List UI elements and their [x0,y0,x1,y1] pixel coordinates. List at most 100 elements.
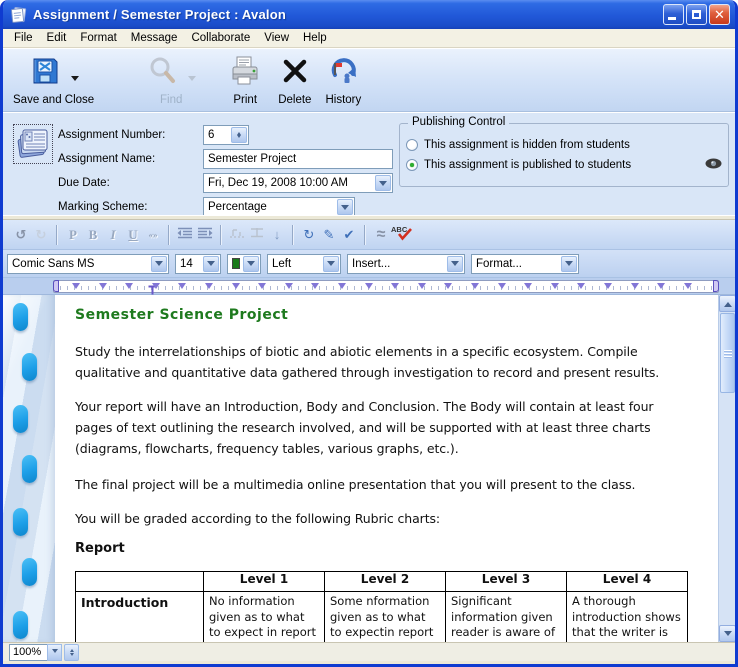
tab-stop-marker[interactable] [258,283,266,289]
close-button[interactable]: ✕ [709,4,730,25]
redo-icon[interactable]: ↻ [31,226,51,244]
rubric-body-row: IntroductionNo information given as to w… [76,592,688,643]
tab-stop-marker[interactable] [285,283,293,289]
move-down-icon[interactable]: ↓ [267,226,287,244]
tab-stops-icon[interactable] [227,226,247,244]
menu-format[interactable]: Format [73,30,123,46]
save-and-close-dropdown-arrow[interactable] [71,76,79,85]
outdent-icon[interactable] [175,226,195,244]
alignment-dropdown-arrow[interactable] [323,256,339,272]
document-content[interactable]: Semester Science Project Study the inter… [55,295,718,642]
assignment-number-spin-buttons[interactable] [231,127,247,143]
tab-stop-marker[interactable] [311,283,319,289]
find-button[interactable]: Find [146,53,196,106]
menu-help[interactable]: Help [296,30,334,46]
find-dropdown-arrow[interactable] [188,76,196,85]
tab-stop-marker[interactable] [338,283,346,289]
plain-style-icon[interactable]: P [63,226,83,244]
marking-scheme-dropdown[interactable]: Percentage [203,197,355,217]
right-margin-marker[interactable] [713,280,719,292]
menu-file[interactable]: File [7,30,40,46]
published-to-students-radio[interactable] [406,159,418,171]
marking-scheme-value: Percentage [208,201,267,213]
italic-icon[interactable]: I [103,226,123,244]
menu-view[interactable]: View [257,30,296,46]
alignment-dropdown[interactable]: Left [267,254,341,274]
zoom-dropdown-arrow[interactable] [47,644,62,661]
assignment-name-input[interactable]: Semester Project [203,149,393,169]
tab-stop-marker[interactable] [418,283,426,289]
tab-stop-marker[interactable] [365,283,373,289]
font-size-dropdown-arrow[interactable] [203,256,219,272]
minimize-button[interactable] [663,4,684,25]
insert-dropdown-arrow[interactable] [447,256,463,272]
insert-dropdown[interactable]: Insert... [347,254,465,274]
scroll-down-button[interactable] [719,625,735,642]
format-dropdown[interactable]: Format... [471,254,579,274]
tab-stop-marker[interactable] [524,283,532,289]
zoom-control[interactable]: 100% [9,644,79,661]
due-date-dropdown[interactable]: Fri, Dec 19, 2008 10:00 AM [203,173,393,193]
hidden-from-students-radio[interactable] [406,139,418,151]
indent-icon[interactable] [195,226,215,244]
left-margin-marker[interactable] [53,280,59,292]
tab-stop-marker[interactable] [178,283,186,289]
font-size-dropdown[interactable]: 14 [175,254,221,274]
alignment-value: Left [272,258,291,270]
format-value: Format... [476,258,522,270]
published-to-students-radio-label: This assignment is published to students [424,159,631,171]
tab-stop-marker[interactable] [99,283,107,289]
bold-icon[interactable]: B [83,226,103,244]
document-editor[interactable]: Semester Science Project Study the inter… [3,295,735,642]
tab-stop-marker[interactable] [125,283,133,289]
revert-format-icon[interactable]: ↻ [299,226,319,244]
font-family-dropdown-arrow[interactable] [151,256,167,272]
tab-stop-marker[interactable] [577,283,585,289]
tab-stop-marker[interactable] [551,283,559,289]
draw-pencil-icon[interactable]: ✎ [319,226,339,244]
tab-stop-marker[interactable] [604,283,612,289]
tab-stop-marker[interactable] [72,283,80,289]
maximize-button[interactable] [686,4,707,25]
marking-scheme-label: Marking Scheme: [58,201,203,213]
menu-collaborate[interactable]: Collaborate [184,30,257,46]
underline-icon[interactable]: U [123,226,143,244]
history-button[interactable]: History [325,53,361,106]
paragraph-baseline-icon[interactable] [247,226,267,244]
vertical-scrollbar[interactable] [718,295,735,642]
tab-stop-marker[interactable] [471,283,479,289]
scrollbar-thumb[interactable] [720,313,735,393]
assignment-number-stepper[interactable]: 6 [203,125,249,145]
tab-stop-marker[interactable] [631,283,639,289]
signature-icon[interactable]: ≈ [371,226,391,244]
tab-stop-marker[interactable] [498,283,506,289]
tab-stop-marker[interactable] [657,283,665,289]
due-date-dropdown-arrow[interactable] [375,175,391,191]
toolbar-separator [168,225,170,245]
menu-edit[interactable]: Edit [40,30,74,46]
font-family-dropdown[interactable]: Comic Sans MS [7,254,169,274]
rubric-cell: Some nformation given as to what to expe… [325,592,446,643]
tab-stop-marker[interactable] [232,283,240,289]
print-button[interactable]: Print [228,53,262,106]
font-color-dropdown[interactable] [227,254,261,274]
undo-icon[interactable]: ↺ [11,226,31,244]
scroll-up-button[interactable] [719,295,735,312]
tab-stop-marker[interactable] [391,283,399,289]
save-and-close-label: Save and Close [13,94,94,106]
tab-stop-marker[interactable] [205,283,213,289]
tab-stop-marker[interactable] [684,283,692,289]
approve-check-icon[interactable]: ✔ [339,226,359,244]
special-style-icon[interactable]: «» [143,226,163,244]
tab-stop-marker[interactable] [444,283,452,289]
font-color-dropdown-arrow[interactable] [243,256,259,272]
spellcheck-icon[interactable]: ABC [391,224,413,246]
tab-stop-marker[interactable] [152,283,160,289]
menu-message[interactable]: Message [124,30,185,46]
delete-button[interactable]: Delete [278,53,311,106]
save-and-close-button[interactable]: Save and Close [13,53,94,106]
window-title: Assignment / Semester Project : Avalon [33,7,663,22]
marking-scheme-dropdown-arrow[interactable] [337,199,353,215]
zoom-stepper[interactable] [64,644,79,661]
format-dropdown-arrow[interactable] [561,256,577,272]
